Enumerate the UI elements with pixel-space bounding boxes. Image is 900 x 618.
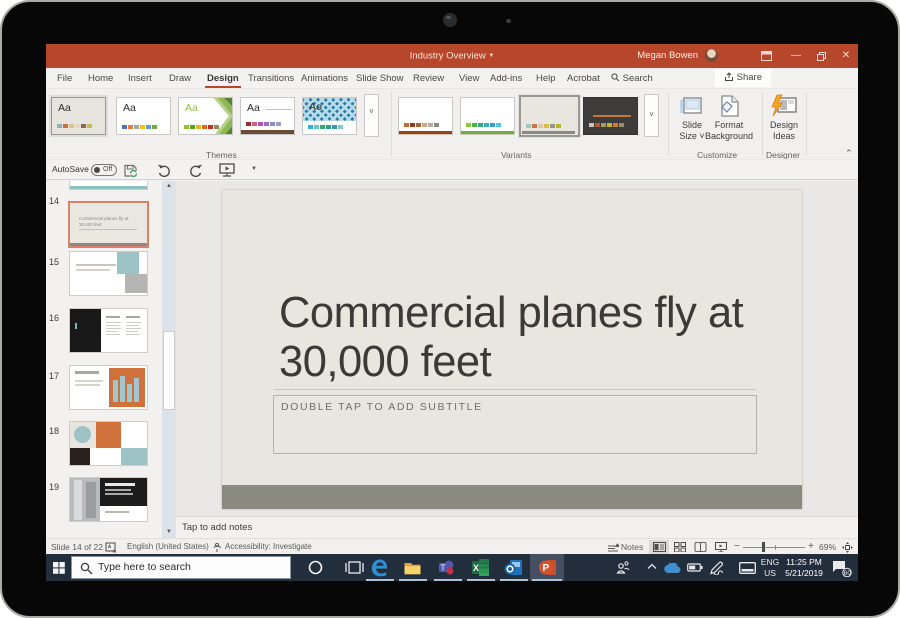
svg-text:P: P — [543, 563, 550, 574]
svg-text:T: T — [441, 564, 446, 573]
svg-text:X: X — [473, 563, 479, 573]
svg-text:60: 60 — [844, 570, 852, 577]
